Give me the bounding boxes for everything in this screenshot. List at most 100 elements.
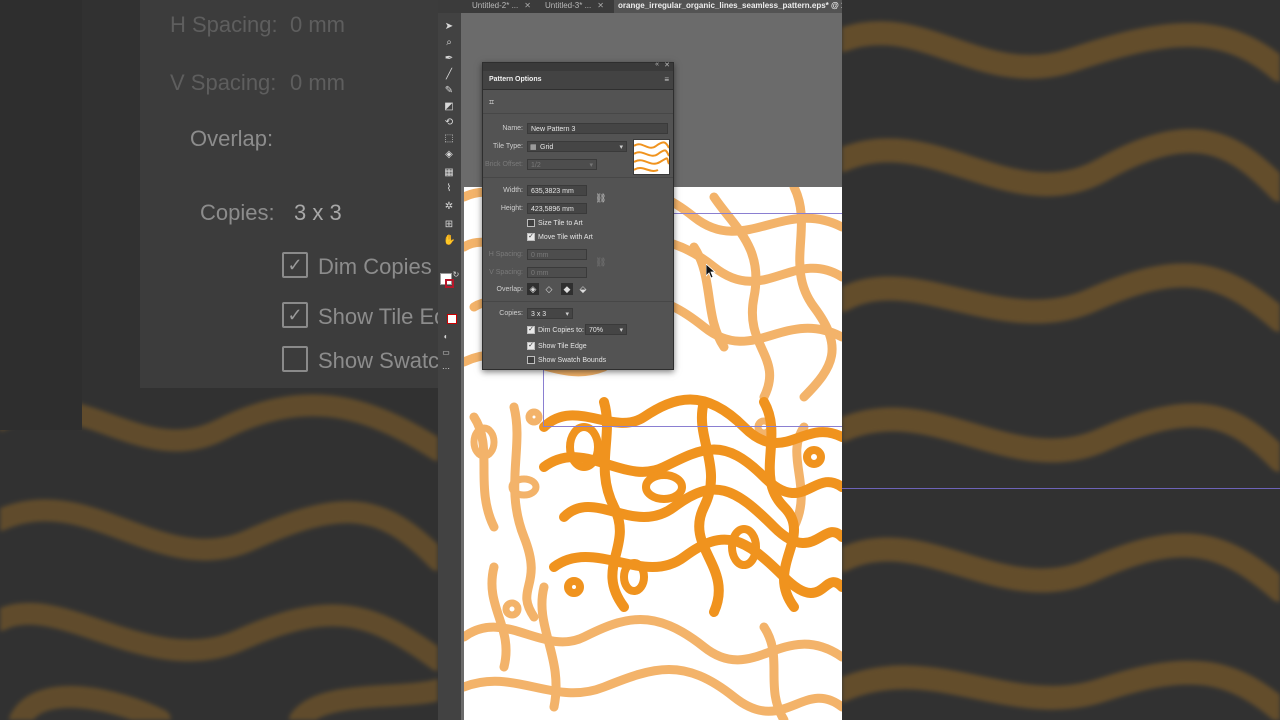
tab-untitled-3[interactable]: Untitled-3* ... ✕ (541, 0, 619, 13)
pen-tool-icon[interactable]: ✒ (443, 53, 455, 65)
background-h-spacing-label: H Spacing: (170, 12, 278, 37)
show-tile-edge-checkbox[interactable]: ✓ (527, 342, 535, 350)
link-spacing-icon: ⛓ (595, 257, 607, 267)
dim-copies-label: Dim Copies to: (538, 327, 584, 334)
copies-value: 3 x 3 (531, 311, 547, 318)
tile-type-select[interactable]: ▦ Grid ▾ (527, 141, 627, 152)
dim-copies-select[interactable]: 70% ▾ (585, 324, 627, 335)
show-swatch-bounds-label: Show Swatch Bounds (538, 357, 607, 364)
brick-offset-select: 1/2 ▾ (527, 159, 597, 170)
background-right-blur (842, 0, 1280, 720)
tab-label: Untitled-2* ... (472, 1, 519, 10)
v-spacing-input: 0 mm (527, 267, 587, 278)
free-transform-tool-icon[interactable]: ⬚ (443, 133, 455, 145)
lasso-tool-icon[interactable]: ⌕ (443, 37, 455, 49)
symbol-sprayer-tool-icon[interactable]: ✲ (443, 201, 455, 213)
tab-orange-pattern[interactable]: orange_irregular_organic_lines_seamless_… (614, 0, 842, 13)
background-copies-value: 3 x 3 (294, 200, 342, 225)
dim-copies-value: 70% (589, 327, 604, 334)
name-label: Name: (502, 125, 523, 132)
pattern-name-input[interactable]: New Pattern 3 (527, 123, 668, 134)
gradient-tool-icon[interactable]: ▦ (443, 167, 455, 179)
height-input[interactable]: 423,5896 mm (527, 203, 587, 214)
background-v-spacing-label: V Spacing: (170, 70, 277, 95)
panel-tab-header: Pattern Options ≡ (483, 71, 673, 90)
brick-offset-value: 1/2 (531, 162, 541, 169)
background-tile-edge-line (842, 488, 1280, 489)
rotate-tool-icon[interactable]: ⟲ (443, 117, 455, 129)
none-color-icon[interactable] (447, 314, 457, 324)
selection-tool-icon[interactable]: ➤ (443, 21, 455, 33)
chevron-down-icon: ▾ (619, 144, 623, 151)
close-icon[interactable]: ✕ (597, 1, 604, 10)
panel-title-bar[interactable]: « ✕ (483, 61, 673, 71)
copies-label: Copies: (499, 310, 523, 317)
eraser-tool-icon[interactable]: ◩ (443, 101, 455, 113)
pattern-options-panel: « ✕ Pattern Options ≡ ⌗ Name: New Patter… (482, 61, 674, 370)
overlap-top-in-front-icon[interactable]: ◆ (561, 283, 573, 295)
background-swatch-label: Show Swatch (318, 348, 438, 373)
overlap-left-in-front-icon[interactable]: ◈ (527, 283, 539, 295)
brick-offset-label: Brick Offset: (485, 161, 523, 168)
shape-builder-tool-icon[interactable]: ◈ (443, 149, 455, 161)
copies-select[interactable]: 3 x 3 ▾ (527, 308, 573, 319)
background-swatch-check (282, 346, 308, 372)
show-swatch-bounds-checkbox[interactable] (527, 356, 535, 364)
artboard-tool-icon[interactable]: ⊞ (443, 219, 455, 231)
width-label: Width: (503, 187, 523, 194)
move-tile-checkbox[interactable]: ✓ (527, 233, 535, 241)
draw-mode-icon[interactable]: ◐ (440, 331, 452, 343)
tab-label: Untitled-3* ... (545, 1, 592, 10)
pattern-tile-tool-icon[interactable]: ⌗ (489, 97, 503, 109)
tab-untitled-2[interactable]: Untitled-2* ... ✕ (468, 0, 546, 13)
background-tile-edge-check: ✓ (282, 302, 308, 328)
collapse-panel-icon[interactable]: « (655, 61, 659, 68)
link-constrain-icon[interactable]: ⛓ (595, 193, 606, 204)
background-dim-check: ✓ (282, 252, 308, 278)
close-icon[interactable]: ✕ (524, 1, 531, 10)
panel-title[interactable]: Pattern Options (489, 76, 542, 83)
tab-label: orange_irregular_organic_lines_seamless_… (618, 1, 842, 10)
tools-panel: ➤ ⌕ ✒ ╱ ✎ ◩ ⟲ ⬚ ◈ ▦ ⌇ ✲ ⊞ ✋ ↻ ◐ ▭ ⋯ (438, 13, 461, 720)
h-spacing-label: H Spacing: (488, 251, 523, 258)
illustrator-window: Untitled-2* ... ✕ Untitled-3* ... ✕ orange… (438, 0, 842, 720)
background-copies-label: Copies: (200, 200, 275, 225)
panel-menu-icon[interactable]: ≡ (664, 75, 669, 84)
dim-copies-checkbox[interactable]: ✓ (527, 326, 535, 334)
brush-tool-icon[interactable]: ✎ (443, 85, 455, 97)
chevron-down-icon: ▾ (589, 162, 593, 169)
width-input[interactable]: 635,3823 mm (527, 185, 587, 196)
show-tile-edge-label: Show Tile Edge (538, 343, 587, 350)
swatch-preview (633, 139, 670, 175)
size-tile-label: Size Tile to Art (538, 220, 583, 227)
size-tile-checkbox[interactable] (527, 219, 535, 227)
tile-type-value: Grid (540, 144, 554, 151)
document-tab-bar: Untitled-2* ... ✕ Untitled-3* ... ✕ orange… (438, 0, 842, 13)
swatch-preview-art (633, 141, 670, 172)
background-left-blur: H Spacing: 0 mm V Spacing: 0 mm Overlap:… (0, 0, 438, 720)
grid-icon: ▦ (530, 144, 537, 151)
background-dim-label: Dim Copies t (318, 254, 438, 279)
move-tile-label: Move Tile with Art (538, 234, 593, 241)
eyedropper-tool-icon[interactable]: ⌇ (443, 183, 455, 195)
background-v-spacing-value: 0 mm (290, 70, 345, 95)
close-panel-icon[interactable]: ✕ (664, 61, 670, 69)
chevron-down-icon: ▾ (565, 311, 569, 318)
h-spacing-input: 0 mm (527, 249, 587, 260)
line-tool-icon[interactable]: ╱ (443, 69, 455, 81)
background-panel: H Spacing: 0 mm V Spacing: 0 mm Overlap:… (140, 0, 438, 388)
overlap-right-in-front-icon[interactable]: ◇ (543, 283, 555, 295)
hand-tool-icon[interactable]: ✋ (443, 235, 455, 247)
overlap-bottom-in-front-icon[interactable]: ⬙ (577, 283, 589, 295)
background-tile-edge-label: Show Tile Ed (318, 304, 438, 329)
background-toolbar (0, 0, 82, 430)
mouse-cursor-icon (705, 263, 717, 279)
more-tools-icon[interactable]: ⋯ (440, 363, 452, 375)
chevron-down-icon: ▾ (619, 327, 623, 334)
background-h-spacing-value: 0 mm (290, 12, 345, 37)
screen-mode-icon[interactable]: ▭ (440, 347, 452, 359)
overlap-label: Overlap: (496, 286, 523, 293)
background-overlap-label: Overlap: (190, 126, 274, 151)
v-spacing-label: V Spacing: (489, 269, 523, 276)
height-label: Height: (500, 205, 523, 212)
